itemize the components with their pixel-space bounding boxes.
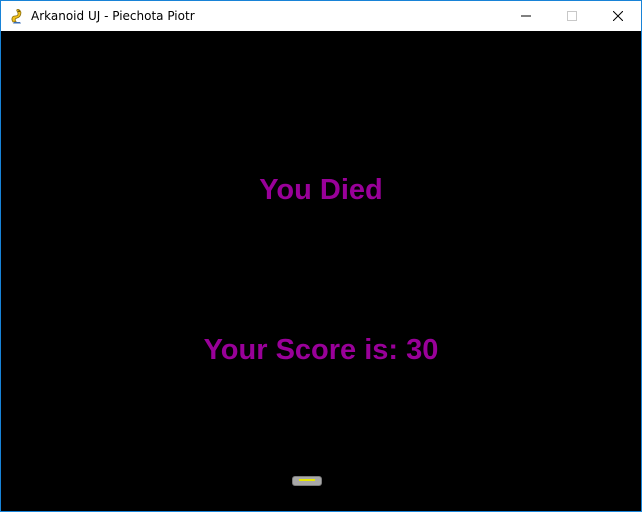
close-icon <box>613 11 623 21</box>
paddle-stripe <box>299 479 315 481</box>
maximize-button[interactable] <box>549 1 595 31</box>
game-canvas[interactable]: You Died Your Score is: 30 <box>1 31 641 511</box>
you-died-message: You Died <box>259 174 383 206</box>
minimize-icon <box>521 15 531 17</box>
window-title: Arkanoid UJ - Piechota Piotr <box>31 9 195 23</box>
final-score-message: Your Score is: 30 <box>203 334 439 366</box>
game-window: Arkanoid UJ - Piechota Piotr You Died Yo… <box>0 0 642 512</box>
maximize-icon <box>567 11 577 21</box>
player-paddle <box>292 476 322 486</box>
pygame-snake-icon <box>11 8 22 24</box>
close-button[interactable] <box>595 1 641 31</box>
title-bar[interactable]: Arkanoid UJ - Piechota Piotr <box>1 1 641 31</box>
minimize-button[interactable] <box>503 1 549 31</box>
